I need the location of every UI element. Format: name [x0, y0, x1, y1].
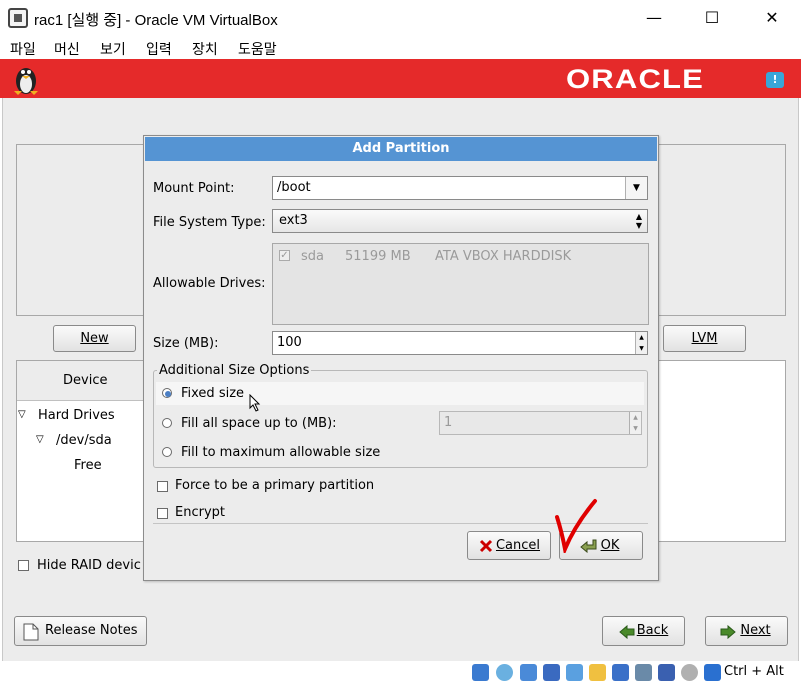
mount-point-label: Mount Point:: [153, 181, 235, 196]
drive-model: ATA VBOX HARDDISK: [435, 249, 572, 264]
back-button[interactable]: Back: [602, 616, 685, 646]
new-button-label: New: [80, 331, 109, 346]
release-notes-label: Release Notes: [45, 623, 138, 638]
audio-status-icon[interactable]: [520, 664, 537, 681]
red-checkmark-annotation-icon: [555, 499, 597, 553]
expand-hard-drives-icon[interactable]: ▽: [18, 409, 26, 420]
minimize-button[interactable]: —: [642, 6, 666, 30]
drive-sda-checkbox[interactable]: ✓: [279, 250, 290, 261]
new-button[interactable]: New: [53, 325, 136, 352]
menu-file[interactable]: 파일: [10, 39, 36, 59]
keyboard-capture-icon[interactable]: [704, 664, 721, 681]
back-label: Back: [636, 623, 669, 638]
cancel-x-icon: [479, 539, 493, 553]
updown-arrows-icon: ▲ ▼: [635, 212, 642, 230]
hard-disk-status-icon[interactable]: [472, 664, 489, 681]
mouse-integration-status-icon[interactable]: [681, 664, 698, 681]
size-value[interactable]: 100: [277, 335, 302, 350]
next-label: Next: [740, 623, 771, 638]
recording-status-icon[interactable]: [635, 664, 652, 681]
encrypt-label[interactable]: Encrypt: [175, 505, 225, 520]
menu-input[interactable]: 입력: [146, 39, 172, 59]
menu-machine[interactable]: 머신: [54, 39, 80, 59]
tree-item-hard-drives[interactable]: Hard Drives: [38, 408, 115, 423]
fixed-size-radio[interactable]: [162, 388, 172, 398]
menu-view[interactable]: 보기: [100, 39, 126, 59]
mount-point-value[interactable]: /boot: [277, 180, 311, 195]
fs-type-value: ext3: [279, 213, 308, 228]
fill-spin-arrows-icon[interactable]: ▲ ▼: [629, 412, 641, 434]
document-icon: [23, 623, 39, 641]
size-spinbox[interactable]: 100 ▲ ▼: [272, 331, 648, 355]
fs-type-label: File System Type:: [153, 215, 266, 230]
lvm-button[interactable]: LVM: [663, 325, 746, 352]
menu-devices[interactable]: 장치: [192, 39, 218, 59]
usb-status-icon[interactable]: [566, 664, 583, 681]
fill-up-to-spinbox[interactable]: 1 ▲ ▼: [439, 411, 642, 435]
drive-name: sda: [301, 249, 324, 264]
fill-up-to-radio[interactable]: [162, 418, 172, 428]
cancel-button[interactable]: Cancel: [467, 531, 551, 560]
virtualization-status-icon[interactable]: [658, 664, 675, 681]
ok-label: OK: [600, 538, 620, 553]
tree-item-dev-sda[interactable]: /dev/sda: [56, 433, 112, 448]
lvm-button-label: LVM: [691, 331, 718, 346]
cancel-label: Cancel: [495, 538, 541, 553]
oracle-logo: ORACLE: [566, 64, 704, 94]
mount-point-combobox[interactable]: /boot ▼: [272, 176, 648, 200]
fixed-size-label[interactable]: Fixed size: [181, 386, 244, 401]
tree-item-free[interactable]: Free: [74, 458, 102, 473]
hide-raid-checkbox[interactable]: [18, 560, 29, 571]
menu-help[interactable]: 도움말: [238, 39, 277, 59]
next-arrow-icon: [720, 625, 736, 639]
size-label: Size (MB):: [153, 336, 219, 351]
shared-folders-status-icon[interactable]: [589, 664, 606, 681]
release-notes-button[interactable]: Release Notes: [14, 616, 147, 646]
fill-max-label[interactable]: Fill to maximum allowable size: [181, 445, 380, 460]
fs-type-select[interactable]: ext3 ▲ ▼: [272, 209, 648, 233]
force-primary-label[interactable]: Force to be a primary partition: [175, 478, 374, 493]
next-button[interactable]: Next: [705, 616, 788, 646]
close-button[interactable]: ✕: [760, 6, 784, 30]
drive-size: 51199 MB: [345, 249, 411, 264]
display-status-icon[interactable]: [612, 664, 629, 681]
virtualbox-app-icon: [8, 8, 28, 28]
host-key-label: Ctrl + Alt: [724, 664, 784, 679]
expand-sda-icon[interactable]: ▽: [36, 434, 44, 445]
force-primary-checkbox[interactable]: [157, 481, 168, 492]
encrypt-checkbox[interactable]: [157, 508, 168, 519]
device-header-label: Device: [63, 373, 108, 388]
optical-drive-status-icon[interactable]: [496, 664, 513, 681]
fill-up-to-value[interactable]: 1: [444, 415, 452, 430]
mouse-cursor-icon: [249, 394, 261, 412]
additional-size-options-label: Additional Size Options: [157, 363, 312, 378]
help-speech-icon[interactable]: !: [766, 72, 784, 88]
size-spin-arrows-icon[interactable]: ▲ ▼: [635, 332, 647, 354]
window-title: rac1 [실행 중] - Oracle VM VirtualBox: [34, 12, 278, 29]
dialog-title: Add Partition: [145, 137, 657, 161]
maximize-button[interactable]: ☐: [700, 6, 724, 30]
mount-point-dropdown-icon[interactable]: ▼: [625, 177, 647, 199]
tux-penguin-icon: [14, 68, 38, 95]
back-arrow-icon: [619, 625, 635, 639]
fill-up-to-label[interactable]: Fill all space up to (MB):: [181, 416, 337, 431]
fill-max-radio[interactable]: [162, 447, 172, 457]
hide-raid-label: Hide RAID devic: [37, 558, 141, 573]
allowable-drives-label: Allowable Drives:: [153, 276, 266, 291]
network-status-icon[interactable]: [543, 664, 560, 681]
